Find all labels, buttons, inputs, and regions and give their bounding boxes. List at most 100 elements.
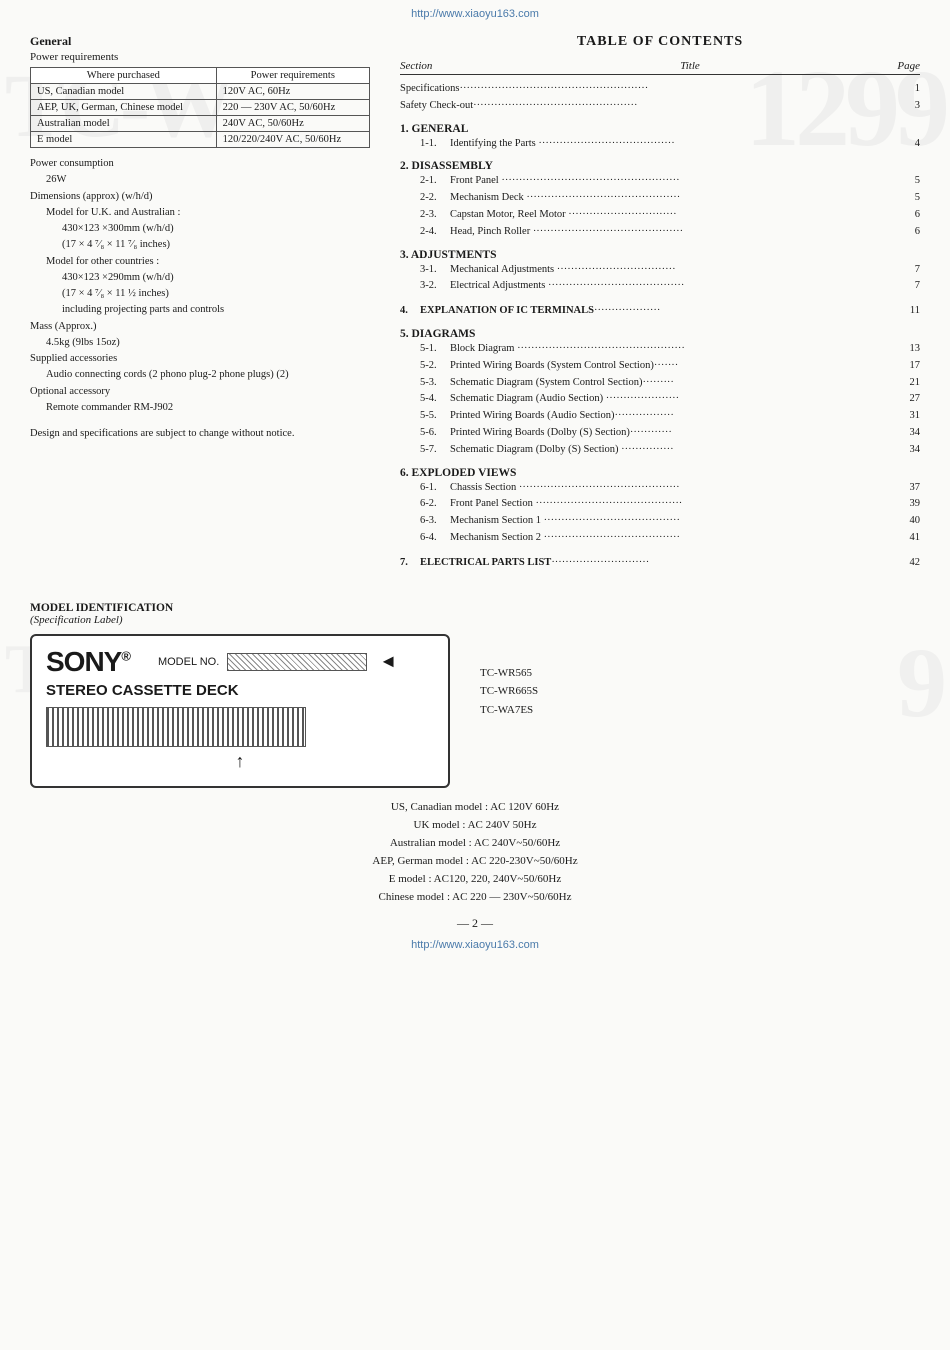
model-no-line: SONY® MODEL NO. ◄ [46,646,434,678]
table-row: Australian model 240V AC, 50/60Hz [31,116,370,132]
spec-line-0: US, Canadian model : AC 120V 60Hz [30,798,920,816]
toc-page-3-1: 7 [890,262,920,279]
toc-page-6-3: 40 [890,513,920,530]
toc-num-5-1: 5-1. [420,341,450,358]
toc-entry-5-5: 5-5. Printed Wiring Boards (Audio Sectio… [400,408,920,425]
toc-num-5-2: 5-2. [420,358,450,375]
toc-page-safety: 3 [890,98,920,115]
toc-text-5-5: Printed Wiring Boards (Audio Section)···… [450,408,890,425]
dim-note: including projecting parts and controls [30,302,370,318]
toc-entry-5-6: 5-6. Printed Wiring Boards (Dolby (S) Se… [400,425,920,442]
toc-title-4: EXPLANATION OF IC TERMINALS [420,303,594,320]
toc-num-2-3: 2-3. [420,207,450,224]
toc-entry-7: 7. ELECTRICAL PARTS LIST ···············… [400,555,920,572]
toc-page-2-2: 5 [890,190,920,207]
bottom-url: http://www.xiaoyu163.com [0,935,950,959]
toc-num-6-1: 6-1. [420,480,450,497]
toc-entry-5-4: 5-4. Schematic Diagram (Audio Section) ·… [400,391,920,408]
toc-entry-2-4: 2-4. Head, Pinch Roller ················… [400,224,920,241]
toc-title-7: ELECTRICAL PARTS LIST [420,555,551,572]
table-header-req: Power requirements [216,68,369,84]
left-column: General Power requirements Where purchas… [30,34,370,572]
toc-page-5-2: 17 [890,358,920,375]
supplied-value: Audio connecting cords (2 phono plug-2 p… [30,367,370,383]
toc-num-5-4: 5-4. [420,391,450,408]
toc-num-2-2: 2-2. [420,190,450,207]
toc-entry-2-3: 2-3. Capstan Motor, Reel Motor ·········… [400,207,920,224]
toc-text-6-3: Mechanism Section 1 ····················… [450,513,890,530]
spec-line-5: Chinese model : AC 220 — 230V~50/60Hz [30,888,920,906]
toc-col-section-header: Section [400,60,500,72]
spec-line-1: UK model : AC 240V 50Hz [30,816,920,834]
toc-section-6-heading: 6. EXPLODED VIEWS [400,467,920,479]
toc-columns-header: Section Title Page [400,60,920,75]
general-title: General [30,34,370,49]
mass-label: Mass (Approx.) [30,319,370,335]
table-row: AEP, UK, German, Chinese model 220 — 230… [31,100,370,116]
page: TC-W 1299 TC-WA7 9 http://www.xiaoyu163.… [0,0,950,1350]
table-cell: 220 — 230V AC, 50/60Hz [216,100,369,116]
right-column: TABLE OF CONTENTS Section Title Page Spe… [390,34,920,572]
toc-entry-4: 4. EXPLANATION OF IC TERMINALS ·········… [400,303,920,320]
toc-section-4: 4. EXPLANATION OF IC TERMINALS ·········… [400,303,920,320]
toc-page-specifications: 1 [890,81,920,98]
toc-num-5-3: 5-3. [420,375,450,392]
toc-page-5-6: 34 [890,425,920,442]
stereo-cassette-label: STEREO CASSETTE DECK [46,682,434,699]
toc-page-6-4: 41 [890,530,920,547]
dim-uk: Model for U.K. and Australian : [30,205,370,221]
sony-logo: SONY® [46,646,130,678]
toc-text-5-1: Block Diagram ··························… [450,341,890,358]
toc-section-6: 6. EXPLODED VIEWS 6-1. Chassis Section ·… [400,467,920,547]
toc-text-1-1: Identifying the Parts ··················… [450,136,890,153]
table-cell: 120V AC, 60Hz [216,84,369,100]
optional-value: Remote commander RM-J902 [30,400,370,416]
toc-text-5-7: Schematic Diagram (Dolby (S) Section) ··… [450,442,890,459]
toc-page-7: 42 [890,555,920,572]
model-barcode [46,707,306,747]
toc-entry-safety: Safety Check-out························… [400,98,920,115]
dim-other-imperial: (17 × 4 ⁷⁄₈ × 11 ½ inches) [30,286,370,302]
toc-num-5-5: 5-5. [420,408,450,425]
toc-text-2-1: Front Panel ····························… [450,173,890,190]
toc-entry-3-1: 3-1. Mechanical Adjustments ············… [400,262,920,279]
toc-entry-6-3: 6-3. Mechanism Section 1 ···············… [400,513,920,530]
toc-text-6-2: Front Panel Section ····················… [450,496,890,513]
spec-line-4: E model : AC120, 220, 240V~50/60Hz [30,870,920,888]
table-row: E model 120/220/240V AC, 50/60Hz [31,132,370,148]
mass-value: 4.5kg (9lbs 15oz) [30,335,370,351]
dim-other: Model for other countries : [30,254,370,270]
model-no-label: MODEL NO. [158,656,219,668]
top-url: http://www.xiaoyu163.com [0,0,950,24]
toc-dots-7: ···························· [551,555,890,572]
model-id-title: MODEL IDENTIFICATION [30,602,920,614]
toc-num-6-2: 6-2. [420,496,450,513]
toc-page-6-1: 37 [890,480,920,497]
model-identification-section: MODEL IDENTIFICATION (Specification Labe… [30,602,920,907]
toc-entry-6-4: 6-4. Mechanism Section 2 ···············… [400,530,920,547]
model-tc-wr665s: TC-WR665S [480,682,538,701]
toc-page-5-4: 27 [890,391,920,408]
toc-section-1-heading: 1. GENERAL [400,123,920,135]
toc-text-specifications: Specifications··························… [400,81,890,98]
power-table: Where purchased Power requirements US, C… [30,67,370,148]
toc-section-3-heading: 3. ADJUSTMENTS [400,249,920,261]
toc-text-2-3: Capstan Motor, Reel Motor ··············… [450,207,890,224]
toc-num-4: 4. [400,303,420,320]
toc-section-2-heading: 2. DISASSEMBLY [400,160,920,172]
spec-line-3: AEP, German model : AC 220-230V~50/60Hz [30,852,920,870]
toc-text-3-2: Electrical Adjustments ·················… [450,278,890,295]
spec-line-2: Australian model : AC 240V~50/60Hz [30,834,920,852]
toc-section-1: 1. GENERAL 1-1. Identifying the Parts ··… [400,123,920,153]
toc-page-5-5: 31 [890,408,920,425]
toc-entry-2-1: 2-1. Front Panel ·······················… [400,173,920,190]
toc-text-3-1: Mechanical Adjustments ·················… [450,262,890,279]
dim-uk-metric: 430×123 ×300mm (w/h/d) [30,221,370,237]
table-cell: 120/220/240V AC, 50/60Hz [216,132,369,148]
toc-page-1-1: 4 [890,136,920,153]
arrow-down-icon: ↑ [236,751,245,772]
toc-entry-1-1: 1-1. Identifying the Parts ·············… [400,136,920,153]
toc-entry-2-2: 2-2. Mechanism Deck ····················… [400,190,920,207]
toc-entry-5-7: 5-7. Schematic Diagram (Dolby (S) Sectio… [400,442,920,459]
toc-num-5-6: 5-6. [420,425,450,442]
